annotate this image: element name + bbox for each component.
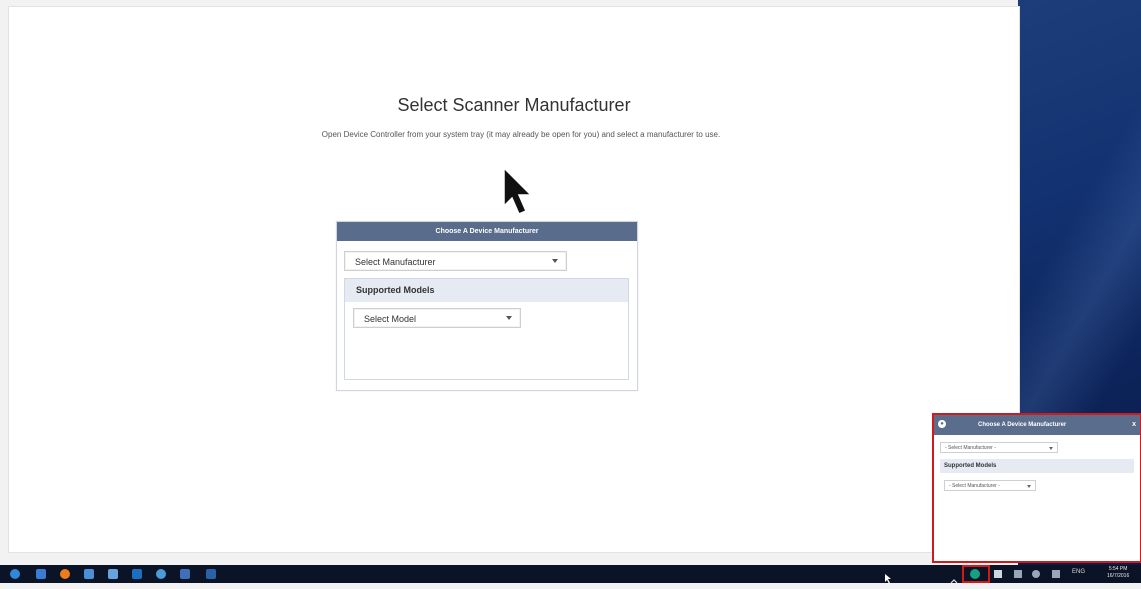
start-icon[interactable] [10, 569, 20, 579]
taskbar-clock[interactable]: 5:54 PM 16/7/2016 [1107, 566, 1129, 580]
battery-icon[interactable] [994, 570, 1002, 578]
page-title: Select Scanner Manufacturer [397, 95, 631, 115]
close-icon[interactable]: x [1132, 415, 1136, 435]
tray-model-select[interactable]: - Select Manufacturer - [944, 480, 1036, 491]
network-icon[interactable] [1014, 570, 1022, 578]
model-select-label: Select Model [364, 314, 417, 324]
supported-models-heading: Supported Models [345, 279, 628, 302]
volume-icon[interactable] [1032, 570, 1040, 578]
tray-popup-header: ● Choose A Device Manufacturer x [934, 415, 1140, 435]
tray-manufacturer-select[interactable]: - Select Manufacturer - [940, 442, 1058, 453]
manufacturer-select[interactable]: Select Manufacturer [344, 251, 567, 271]
panel-header: Choose A Device Manufacturer [337, 222, 637, 241]
supported-models-box: Supported Models Select Model [344, 278, 629, 380]
pen-icon[interactable] [1052, 570, 1060, 578]
chevron-up-icon[interactable] [950, 571, 958, 584]
device-controller-icon: ● [938, 420, 946, 428]
tray-popup-title: Choose A Device Manufacturer [978, 422, 1067, 428]
chevron-down-icon [1027, 485, 1031, 488]
tray-icon-highlight [962, 565, 990, 583]
app-icon-7[interactable] [206, 569, 216, 579]
clock-date: 16/7/2016 [1107, 573, 1130, 579]
mouse-pointer-icon [503, 166, 533, 215]
clock-time: 5:54 PM [1108, 566, 1128, 572]
app-icon-1[interactable] [60, 569, 70, 579]
tray-popup-window: ● Choose A Device Manufacturer x - Selec… [932, 413, 1141, 563]
language-indicator[interactable]: ENG [1072, 569, 1085, 575]
device-manufacturer-panel: Choose A Device Manufacturer Select Manu… [336, 221, 638, 391]
app-icon-4[interactable] [132, 569, 142, 579]
tray-supported-models-heading: Supported Models [940, 459, 1134, 473]
tray-model-select-label: - Select Manufacturer - [949, 483, 1000, 489]
search-icon[interactable] [36, 569, 46, 579]
app-icon-6[interactable] [180, 569, 190, 579]
model-select[interactable]: Select Model [353, 308, 521, 328]
mouse-cursor-icon [884, 571, 892, 584]
chevron-down-icon [552, 259, 558, 263]
app-icon-3[interactable] [108, 569, 118, 579]
chevron-down-icon [1049, 447, 1053, 450]
app-icon-2[interactable] [84, 569, 94, 579]
tray-manufacturer-select-label: - Select Manufacturer - [945, 445, 996, 451]
chevron-down-icon [506, 316, 512, 320]
app-icon-5[interactable] [156, 569, 166, 579]
manufacturer-select-label: Select Manufacturer [355, 257, 436, 267]
page-subtitle: Open Device Controller from your system … [321, 130, 721, 139]
